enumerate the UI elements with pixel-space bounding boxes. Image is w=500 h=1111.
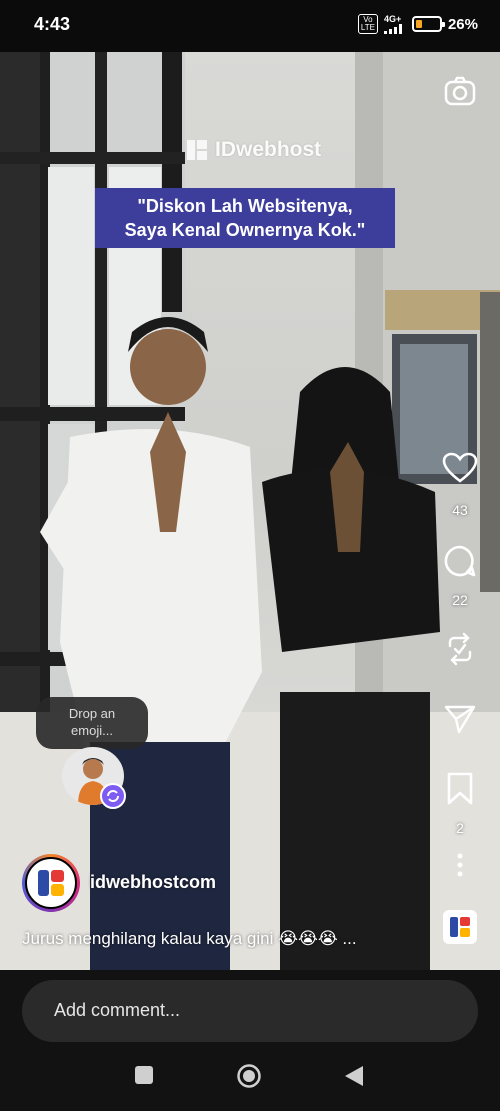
video-caption-line: Saya Kenal Ownernya Kok." (124, 220, 366, 240)
comment-count: 22 (452, 592, 468, 608)
more-vertical-icon (457, 853, 463, 877)
comment-bar: Add comment... (0, 970, 500, 1047)
camera-button[interactable] (440, 76, 480, 111)
battery-level (415, 20, 422, 28)
battery-icon (411, 16, 445, 32)
bookmark-icon (447, 772, 473, 805)
save-count: 2 (456, 820, 464, 836)
status-time: 4:43 (34, 14, 71, 34)
post-caption[interactable]: Jurus menghilang kalau kaya gini 😭😭😭 ... (22, 929, 432, 949)
network-type: 4G+ (383, 13, 402, 24)
circle-icon (237, 1064, 261, 1088)
account-username[interactable]: idwebhostcom (90, 872, 216, 893)
like-count: 43 (452, 502, 468, 518)
back-button[interactable] (344, 1065, 364, 1092)
audio-thumbnail[interactable] (443, 910, 477, 944)
video-caption-line: "Diskon Lah Websitenya, (137, 196, 353, 216)
brand-logo-icon (450, 917, 470, 937)
video-caption-box: "Diskon Lah Websitenya, Saya Kenal Owner… (95, 188, 395, 248)
account-avatar[interactable] (22, 854, 80, 912)
triangle-back-icon (345, 1066, 363, 1086)
home-button[interactable] (236, 1063, 262, 1094)
send-icon (444, 705, 476, 734)
remix-icon (448, 632, 472, 666)
share-button[interactable] (440, 704, 480, 739)
refresh-icon (107, 790, 119, 802)
brand-logo-icon (38, 870, 64, 896)
comment-input[interactable]: Add comment... (22, 980, 478, 1042)
reel-video[interactable]: IDwebhost "Diskon Lah Websitenya, Saya K… (0, 52, 500, 970)
more-button[interactable] (440, 852, 480, 883)
brand-text: IDwebhost (215, 138, 322, 161)
comment-icon (444, 545, 476, 577)
recents-button[interactable] (134, 1065, 154, 1090)
brand-logo-icon (187, 140, 207, 160)
heart-icon (442, 452, 478, 483)
emoji-switch-badge[interactable] (100, 783, 126, 809)
signal-bars-icon (383, 23, 402, 34)
brand-watermark: IDwebhost (185, 138, 321, 162)
battery-percent: 26% (447, 15, 478, 33)
emoji-prompt-bubble[interactable]: Drop an emoji... (36, 697, 148, 749)
comment-button[interactable] (440, 544, 480, 583)
volte-icon: Vo LTE (357, 14, 378, 34)
system-nav-bar (0, 1047, 500, 1111)
square-icon (135, 1066, 153, 1084)
like-button[interactable] (440, 452, 480, 489)
save-button[interactable] (440, 772, 480, 811)
status-bar: 4:43 Vo LTE 4G+ 26% (0, 0, 500, 52)
avatar (25, 857, 77, 909)
emoji-prompt-text: Drop an (68, 706, 116, 721)
signal-icon: 4G+ (383, 13, 406, 34)
remix-button[interactable] (440, 632, 480, 671)
emoji-prompt-text: emoji... (71, 723, 113, 738)
status-icons: Vo LTE 4G+ 26% (357, 13, 478, 34)
camera-icon (444, 76, 476, 106)
